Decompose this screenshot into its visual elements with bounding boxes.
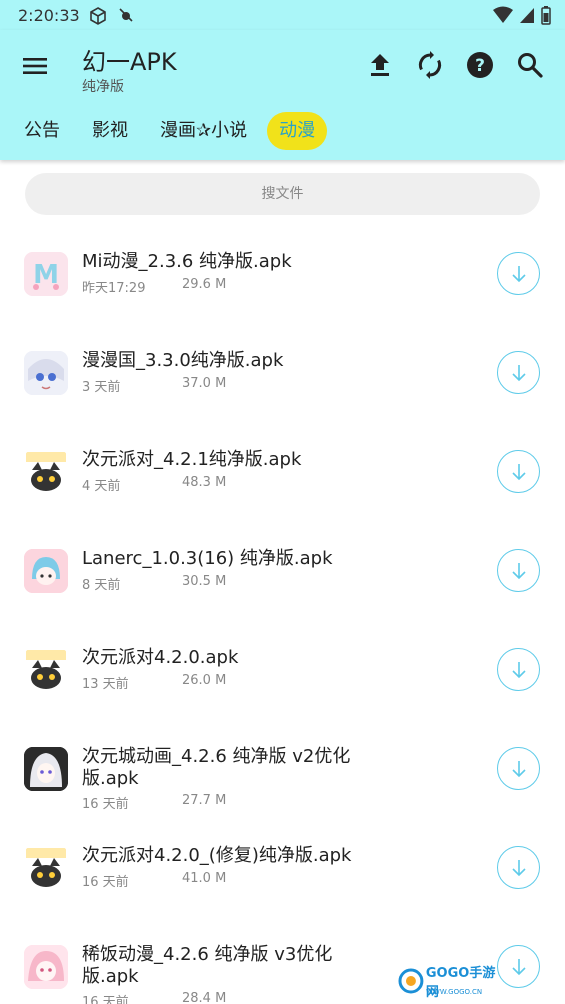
category-tabs: 公告 影视 漫画✰小说 动漫	[20, 110, 328, 152]
gogo-logo-icon	[398, 968, 424, 994]
file-size: 37.0 M	[182, 376, 227, 391]
download-arrow-icon	[511, 463, 526, 480]
file-date: 16 天前	[82, 797, 129, 812]
file-name: 漫漫国_3.3.0纯净版.apk	[82, 350, 284, 371]
file-size: 41.0 M	[182, 871, 227, 886]
xifan-anime-app-icon	[24, 945, 68, 989]
tab-comics-novels[interactable]: 漫画✰小说	[148, 112, 259, 150]
download-button[interactable]	[497, 351, 540, 394]
acg-party-app-icon	[24, 450, 68, 494]
upload-icon[interactable]	[365, 50, 395, 80]
file-size: 26.0 M	[182, 673, 227, 688]
file-meta: 13 天前 26.0 M	[82, 673, 226, 692]
watermark-subtext: WWW.GOGO.CN	[426, 988, 483, 996]
download-button[interactable]	[497, 648, 540, 691]
file-date: 3 天前	[82, 380, 121, 395]
list-item[interactable]: 次元城动画_4.2.6 纯净版 v2优化版.apk 16 天前 27.7 M	[0, 725, 565, 824]
download-arrow-icon	[511, 265, 526, 282]
file-meta: 16 天前 41.0 M	[82, 871, 226, 890]
file-name: Lanerc_1.0.3(16) 纯净版.apk	[82, 548, 333, 569]
list-item[interactable]: 次元派对4.2.0.apk 13 天前 26.0 M	[0, 626, 565, 725]
file-meta: 16 天前 28.4 M	[82, 991, 226, 1004]
ciyuancheng-app-icon	[24, 747, 68, 791]
help-icon[interactable]: ?	[465, 50, 495, 80]
file-size: 27.7 M	[182, 793, 227, 808]
file-date: 昨天17:29	[82, 281, 146, 296]
wifi-icon	[493, 6, 513, 28]
list-item[interactable]: 次元派对_4.2.1纯净版.apk 4 天前 48.3 M	[0, 428, 565, 527]
file-date: 16 天前	[82, 875, 129, 890]
file-name: 次元城动画_4.2.6 纯净版 v2优化版.apk	[82, 746, 351, 789]
download-arrow-icon	[511, 661, 526, 678]
download-arrow-icon	[511, 364, 526, 381]
battery-icon	[541, 5, 551, 29]
mi-anime-app-icon: M	[24, 252, 68, 296]
file-date: 4 天前	[82, 479, 121, 494]
list-item[interactable]: M Mi动漫_2.3.6 纯净版.apk 昨天17:29 29.6 M	[0, 230, 565, 329]
svg-text:?: ?	[475, 56, 485, 76]
file-meta: 3 天前 37.0 M	[82, 376, 226, 395]
app-bar: 幻一APK 纯净版 ? 公告 影视 漫画✰小说 动漫	[0, 30, 565, 160]
file-meta: 4 天前 48.3 M	[82, 475, 226, 494]
file-date: 16 天前	[82, 995, 129, 1004]
file-date: 8 天前	[82, 578, 121, 593]
file-name: Mi动漫_2.3.6 纯净版.apk	[82, 251, 292, 272]
download-arrow-icon	[511, 859, 526, 876]
file-size: 29.6 M	[182, 277, 227, 292]
download-button[interactable]	[497, 747, 540, 790]
download-arrow-icon	[511, 562, 526, 579]
acg-party-app-icon	[24, 648, 68, 692]
cube-icon	[88, 6, 108, 30]
search-input[interactable]: 搜文件	[25, 173, 540, 215]
tab-announcement[interactable]: 公告	[24, 112, 72, 150]
download-button[interactable]	[497, 252, 540, 295]
file-name: 稀饭动漫_4.2.6 纯净版 v3优化版.apk	[82, 944, 333, 987]
download-arrow-icon	[511, 958, 526, 975]
signal-icon	[519, 6, 535, 28]
search-icon[interactable]	[515, 50, 545, 80]
file-name: 次元派对4.2.0_(修复)纯净版.apk	[82, 845, 352, 866]
status-time: 2:20:33	[18, 6, 80, 25]
list-item[interactable]: Lanerc_1.0.3(16) 纯净版.apk 8 天前 30.5 M	[0, 527, 565, 626]
app-subtitle: 纯净版	[82, 79, 124, 95]
download-button[interactable]	[497, 549, 540, 592]
acg-party-app-icon	[24, 846, 68, 890]
download-arrow-icon	[511, 760, 526, 777]
status-bar: 2:20:33	[0, 0, 565, 30]
tab-movies[interactable]: 影视	[80, 112, 140, 150]
app-title: 幻一APK	[82, 48, 177, 76]
gogo-watermark-logo: GOGO手游网 WWW.GOGO.CN	[398, 965, 508, 1000]
sync-icon[interactable]	[415, 50, 445, 80]
list-item[interactable]: 次元派对4.2.0_(修复)纯净版.apk 16 天前 41.0 M	[0, 824, 565, 923]
file-size: 28.4 M	[182, 991, 227, 1004]
file-meta: 16 天前 27.7 M	[82, 793, 226, 812]
file-date: 13 天前	[82, 677, 129, 692]
tab-anime[interactable]: 动漫	[267, 112, 328, 150]
download-button[interactable]	[497, 450, 540, 493]
download-button[interactable]	[497, 846, 540, 889]
file-size: 48.3 M	[182, 475, 227, 490]
list-item[interactable]: 漫漫国_3.3.0纯净版.apk 3 天前 37.0 M	[0, 329, 565, 428]
file-name: 次元派对4.2.0.apk	[82, 647, 239, 668]
menu-icon[interactable]	[20, 52, 50, 80]
file-size: 30.5 M	[182, 574, 227, 589]
file-meta: 昨天17:29 29.6 M	[82, 277, 226, 296]
manmanguo-app-icon	[24, 351, 68, 395]
lanerc-app-icon	[24, 549, 68, 593]
file-meta: 8 天前 30.5 M	[82, 574, 226, 593]
file-name: 次元派对_4.2.1纯净版.apk	[82, 449, 302, 470]
bug-icon	[117, 6, 135, 28]
